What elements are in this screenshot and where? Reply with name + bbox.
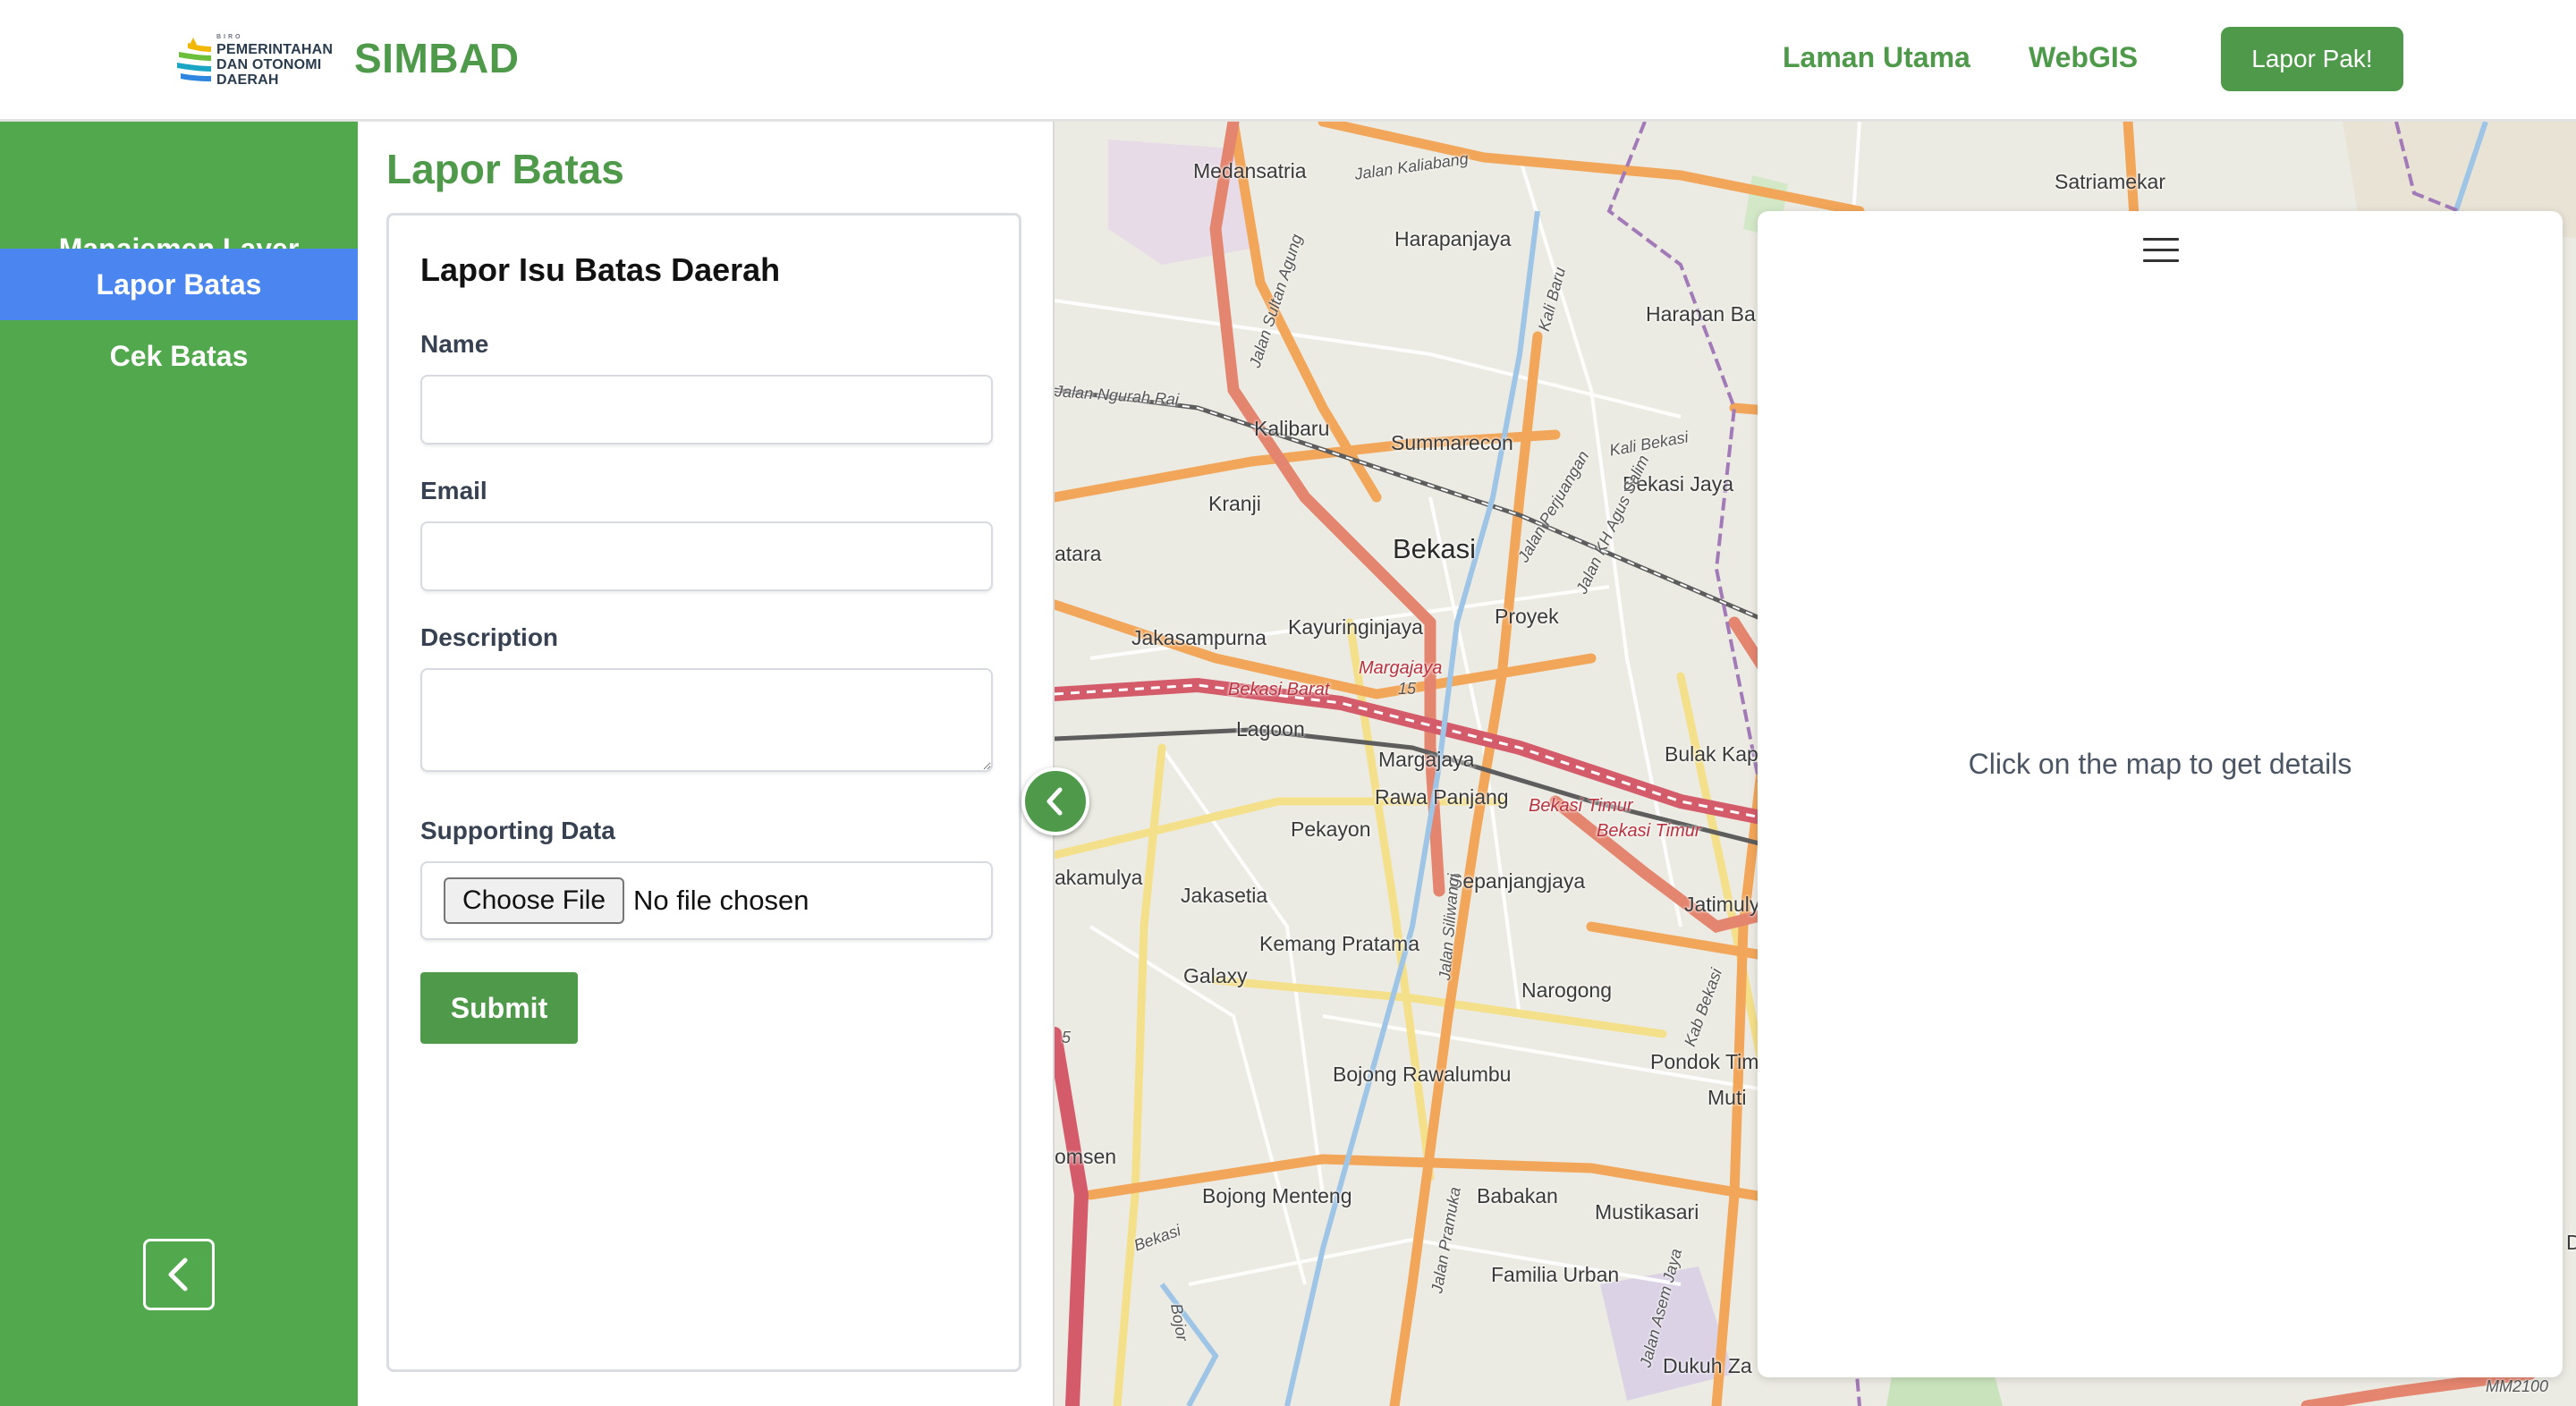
logo-text-line-3: DAERAH xyxy=(216,72,279,88)
map-label-bekasi: Bekasi xyxy=(1393,533,1477,564)
description-textarea[interactable] xyxy=(420,668,993,772)
map-label-kayuringinjaya: Kayuringinjaya xyxy=(1288,615,1423,639)
submit-button[interactable]: Submit xyxy=(420,972,578,1044)
logo-wordmark: BIRO PEMERINTAHAN DAN OTONOMI DAERAH xyxy=(216,34,333,89)
map-label-pondok-timu: Pondok Timu xyxy=(1650,1050,1771,1073)
sidebar: Manajemen Layer Lapor Batas Cek Batas xyxy=(0,122,358,1406)
map-label-kemang-pratama: Kemang Pratama xyxy=(1259,932,1419,955)
map-label-sepanjangjaya: Sepanjangjaya xyxy=(1449,869,1586,893)
logo-emblem-icon xyxy=(177,38,211,81)
map-label-lagoon: Lagoon xyxy=(1236,717,1305,741)
detail-placeholder-text: Click on the map to get details xyxy=(1968,748,2352,780)
map-label-margajaya: Margajaya xyxy=(1378,748,1475,771)
sidebar-item-cek-batas[interactable]: Cek Batas xyxy=(0,320,358,392)
map-label-omsen: omsen xyxy=(1055,1145,1117,1168)
hamburger-menu-icon[interactable] xyxy=(2143,238,2179,268)
report-panel: Lapor Batas Lapor Isu Batas Daerah Name … xyxy=(358,122,1053,1406)
email-label: Email xyxy=(420,477,487,504)
map-label-jakasampurna: Jakasampurna xyxy=(1131,626,1267,649)
map-label-road-15: 15 xyxy=(1398,680,1417,698)
map-label-bekasi-barat: Bekasi Barat xyxy=(1228,680,1330,699)
map-label-muti: Muti xyxy=(1707,1086,1747,1109)
map-detail-panel: Click on the map to get details xyxy=(1758,211,2563,1377)
lapor-pak-button[interactable]: Lapor Pak! xyxy=(2221,27,2403,91)
map-label-d: D xyxy=(2566,1231,2576,1255)
panel-toggle-button[interactable] xyxy=(1021,767,1089,835)
map-label-harapanjaya: Harapanjaya xyxy=(1394,227,1512,250)
map-label-harapan-ba: Harapan Ba xyxy=(1646,302,1756,326)
top-navbar: BIRO PEMERINTAHAN DAN OTONOMI DAERAH SIM… xyxy=(0,0,2576,122)
file-status-text: No file chosen xyxy=(633,885,809,916)
page-title: Lapor Batas xyxy=(386,146,624,192)
map-label-bulak-kap: Bulak Kap xyxy=(1665,742,1758,766)
logo-text-line-2: DAN OTONOMI xyxy=(216,57,322,72)
map-label-jatimuly: Jatimuly xyxy=(1684,893,1760,916)
supporting-data-label: Supporting Data xyxy=(420,817,615,844)
map-label-babakan: Babakan xyxy=(1477,1184,1558,1207)
map-label-mustikasari: Mustikasari xyxy=(1595,1200,1699,1224)
logo-text-line-1: PEMERINTAHAN xyxy=(216,42,334,57)
map-canvas[interactable]: Medansatria Harapanjaya Kalibaru Summare… xyxy=(1053,122,2576,1406)
map-label-margajaya-road: Margajaya xyxy=(1359,658,1443,678)
name-label: Name xyxy=(420,330,489,358)
map-label-mm2100: MM2100 xyxy=(2486,1377,2549,1395)
map-label-pekayon: Pekayon xyxy=(1291,817,1371,841)
map-label-akamulya: akamulya xyxy=(1055,866,1143,889)
chevron-left-icon xyxy=(168,1258,188,1292)
map-label-summarecon: Summarecon xyxy=(1391,431,1513,454)
choose-file-button[interactable]: Choose File xyxy=(444,877,624,924)
app-name[interactable]: SIMBAD xyxy=(354,34,519,82)
logo-text-biro: BIRO xyxy=(216,34,243,40)
form-title: Lapor Isu Batas Daerah xyxy=(420,251,781,288)
map-label-medansatria: Medansatria xyxy=(1193,159,1307,182)
nav-laman-utama[interactable]: Laman Utama xyxy=(1783,41,1970,74)
map-label-kalibaru: Kalibaru xyxy=(1254,417,1330,440)
map-label-familia-urban: Familia Urban xyxy=(1491,1263,1620,1286)
name-input[interactable] xyxy=(420,375,993,445)
chevron-left-icon xyxy=(1046,787,1063,816)
sidebar-item-lapor-batas[interactable]: Lapor Batas xyxy=(0,249,358,320)
map-label-bekasi-timur: Bekasi Timur xyxy=(1529,796,1633,816)
biro-logo[interactable]: BIRO PEMERINTAHAN DAN OTONOMI DAERAH xyxy=(175,32,333,89)
map-label-bojong-rawalumbu: Bojong Rawalumbu xyxy=(1333,1063,1512,1086)
map-label-jakasetia: Jakasetia xyxy=(1181,884,1268,907)
map-label-atara: atara xyxy=(1055,542,1102,565)
map-label-narogong: Narogong xyxy=(1521,978,1613,1002)
description-label: Description xyxy=(420,623,559,651)
map-label-satriamekar: Satriamekar xyxy=(2055,170,2165,193)
map-label-galaxy: Galaxy xyxy=(1183,964,1248,987)
map-label-bekasi-timur-2: Bekasi Timur xyxy=(1597,821,1701,841)
map-label-proyek: Proyek xyxy=(1495,605,1559,628)
report-form-card: Lapor Isu Batas Daerah Name Email Descri… xyxy=(386,213,1021,1372)
map-label-bojong-menteng: Bojong Menteng xyxy=(1202,1184,1352,1207)
map-label-kranji: Kranji xyxy=(1208,492,1261,515)
email-input[interactable] xyxy=(420,521,993,591)
map-label-dukuh-za: Dukuh Za xyxy=(1663,1354,1752,1377)
nav-webgis[interactable]: WebGIS xyxy=(2029,41,2138,74)
map-label-road-5: 5 xyxy=(1062,1029,1072,1046)
sidebar-collapse-button[interactable] xyxy=(143,1239,215,1310)
map-label-rawa-panjang: Rawa Panjang xyxy=(1375,785,1509,809)
file-input[interactable]: Choose File No file chosen xyxy=(420,861,993,940)
